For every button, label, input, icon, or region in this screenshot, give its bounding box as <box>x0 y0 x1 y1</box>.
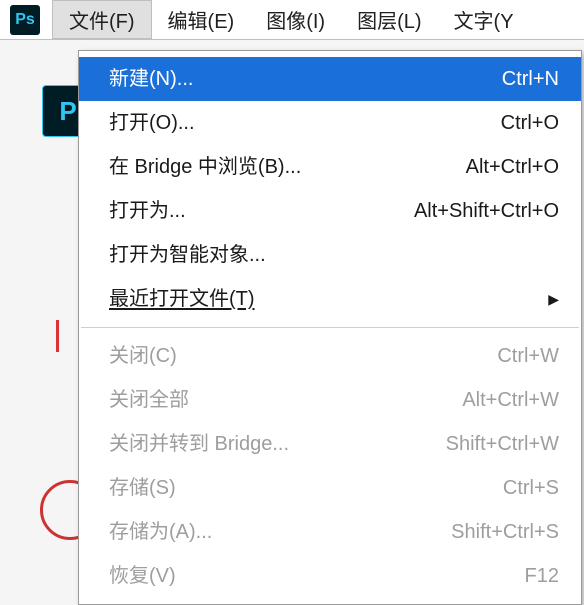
document-logo-text: P <box>59 96 76 127</box>
menu-item-label: 文字(Y <box>454 5 514 34</box>
menu-separator <box>81 327 579 328</box>
menu-item[interactable]: 文字(Y <box>438 0 530 39</box>
menu-entry-label: 存储为(A)... <box>109 516 212 548</box>
menu-item[interactable]: 图像(I) <box>250 0 341 39</box>
menu-entry: 关闭全部 Alt+Ctrl+W <box>79 378 581 422</box>
menu-entry-label: 打开为智能对象... <box>109 239 266 271</box>
menu-entry: 恢复(V) F12 <box>79 554 581 598</box>
menubar: Ps 文件(F) 编辑(E) 图像(I) 图层(L) 文字(Y <box>0 0 584 40</box>
menu-entry: 存储(S) Ctrl+S <box>79 466 581 510</box>
menu-entry-label: 存储(S) <box>109 472 176 504</box>
menu-entry: 关闭(C) Ctrl+W <box>79 334 581 378</box>
menu-entry-shortcut: Ctrl+O <box>481 107 559 139</box>
menu-item[interactable]: 图层(L) <box>341 0 437 39</box>
menu-entry-label: 恢复(V) <box>109 560 176 592</box>
menu-entry-label: 关闭(C) <box>109 340 177 372</box>
file-menu-dropdown: 新建(N)... Ctrl+N 打开(O)... Ctrl+O 在 Bridge 中浏览… <box>78 50 582 605</box>
menu-entry-label: 关闭全部 <box>109 384 189 416</box>
menu-item[interactable]: 编辑(E) <box>152 0 251 39</box>
menu-entry: 存储为(A)... Shift+Ctrl+S <box>79 510 581 554</box>
menu-entry-label: 打开(O)... <box>109 107 195 139</box>
menu-entry-label: 最近打开文件(T) <box>109 283 255 315</box>
menu-item-label: 图层(L) <box>357 5 421 34</box>
menu-entry-shortcut: Shift+Ctrl+S <box>431 516 559 548</box>
workspace: P 新建(N)... Ctrl+N 打开(O)... Ctrl+O 在 Bridge 中… <box>0 40 584 578</box>
menu-item[interactable]: 文件(F) <box>52 0 152 39</box>
app-logo: Ps <box>10 5 40 35</box>
menu-entry-label: 关闭并转到 Bridge... <box>109 428 289 460</box>
menu-item-label: 编辑(E) <box>168 5 235 34</box>
menu-entry-shortcut: Ctrl+S <box>483 472 559 504</box>
menu-entry-label: 打开为... <box>109 195 186 227</box>
menu-entry[interactable]: 打开为... Alt+Shift+Ctrl+O <box>79 189 581 233</box>
menu-entry[interactable]: 最近打开文件(T) ▶ <box>79 277 581 321</box>
app-logo-text: Ps <box>15 11 35 29</box>
menu-entry-shortcut: Alt+Ctrl+W <box>442 384 559 416</box>
menu-entry[interactable]: 新建(N)... Ctrl+N <box>79 57 581 101</box>
menu-entry-label: 在 Bridge 中浏览(B)... <box>109 151 301 183</box>
menu-entry-shortcut: Alt+Shift+Ctrl+O <box>394 195 559 227</box>
decoration-bar <box>56 320 74 352</box>
menu-entry-shortcut: Ctrl+N <box>482 63 559 95</box>
menu-entry[interactable]: 在 Bridge 中浏览(B)... Alt+Ctrl+O <box>79 145 581 189</box>
menu-entry-shortcut: F12 <box>505 560 559 592</box>
menu-item-label: 图像(I) <box>266 5 325 34</box>
menu-entry: 关闭并转到 Bridge... Shift+Ctrl+W <box>79 422 581 466</box>
menu-entry[interactable]: 打开(O)... Ctrl+O <box>79 101 581 145</box>
chevron-right-icon: ▶ <box>528 288 559 310</box>
menu-entry-shortcut: Ctrl+W <box>477 340 559 372</box>
menu-entry-label: 新建(N)... <box>109 63 193 95</box>
menu-entry-shortcut: Shift+Ctrl+W <box>426 428 559 460</box>
menu-item-label: 文件(F) <box>69 5 135 34</box>
menu-entry[interactable]: 打开为智能对象... <box>79 233 581 277</box>
menu-entry-shortcut: Alt+Ctrl+O <box>446 151 559 183</box>
